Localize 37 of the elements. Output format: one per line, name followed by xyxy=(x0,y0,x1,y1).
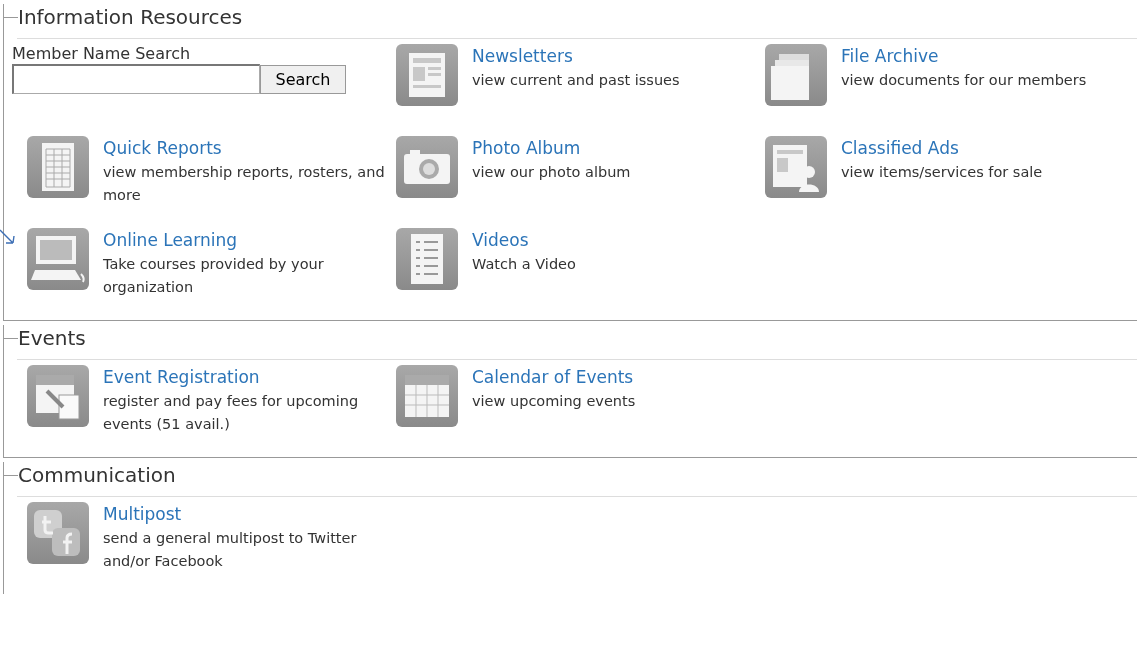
search-label: Member Name Search xyxy=(12,44,192,64)
description: view current and past issues xyxy=(472,71,681,90)
link[interactable]: Quick Reports xyxy=(103,137,222,159)
newspaper-icon[interactable] xyxy=(396,44,458,106)
search-field[interactable] xyxy=(12,64,260,94)
folders-icon[interactable] xyxy=(765,44,827,106)
calendar-pencil-icon[interactable] xyxy=(27,365,89,427)
link[interactable]: Event Registration xyxy=(103,366,260,388)
description: view our photo album xyxy=(472,163,632,182)
camera-icon[interactable] xyxy=(396,136,458,198)
spreadsheet-icon[interactable] xyxy=(27,136,89,198)
computer-icon[interactable] xyxy=(27,228,89,290)
description: view upcoming events xyxy=(472,392,637,411)
section-title: Communication xyxy=(18,462,176,488)
description: view items/services for sale xyxy=(841,163,1044,182)
description: send a general multipost to Twitter and/or Facebook xyxy=(103,529,358,571)
arrow-icon xyxy=(0,228,16,246)
link[interactable]: Online Learning xyxy=(103,229,238,251)
description: register and pay fees for upcoming events (51 avail.) xyxy=(103,392,360,434)
link[interactable]: Photo Album xyxy=(472,137,581,159)
link[interactable]: Calendar of Events xyxy=(472,366,634,388)
description: view membership reports, rosters, and more xyxy=(103,163,386,205)
link[interactable]: Newsletters xyxy=(472,45,573,67)
description: Watch a Video xyxy=(472,255,577,274)
social-icon[interactable] xyxy=(27,502,89,564)
section-title: Information Resources xyxy=(18,4,243,30)
link[interactable]: Multipost xyxy=(103,503,182,525)
checklist-icon[interactable] xyxy=(396,228,458,290)
description: view documents for our members xyxy=(841,71,1088,90)
newspaper-person-icon[interactable] xyxy=(765,136,827,198)
description: Take courses provided by your organization xyxy=(103,255,325,297)
section-title: Events xyxy=(18,325,86,351)
link[interactable]: File Archive xyxy=(841,45,939,67)
link[interactable]: Videos xyxy=(472,229,529,251)
link[interactable]: Classified Ads xyxy=(841,137,959,159)
search-button[interactable]: Search xyxy=(260,65,346,94)
calendar-icon[interactable] xyxy=(396,365,458,427)
